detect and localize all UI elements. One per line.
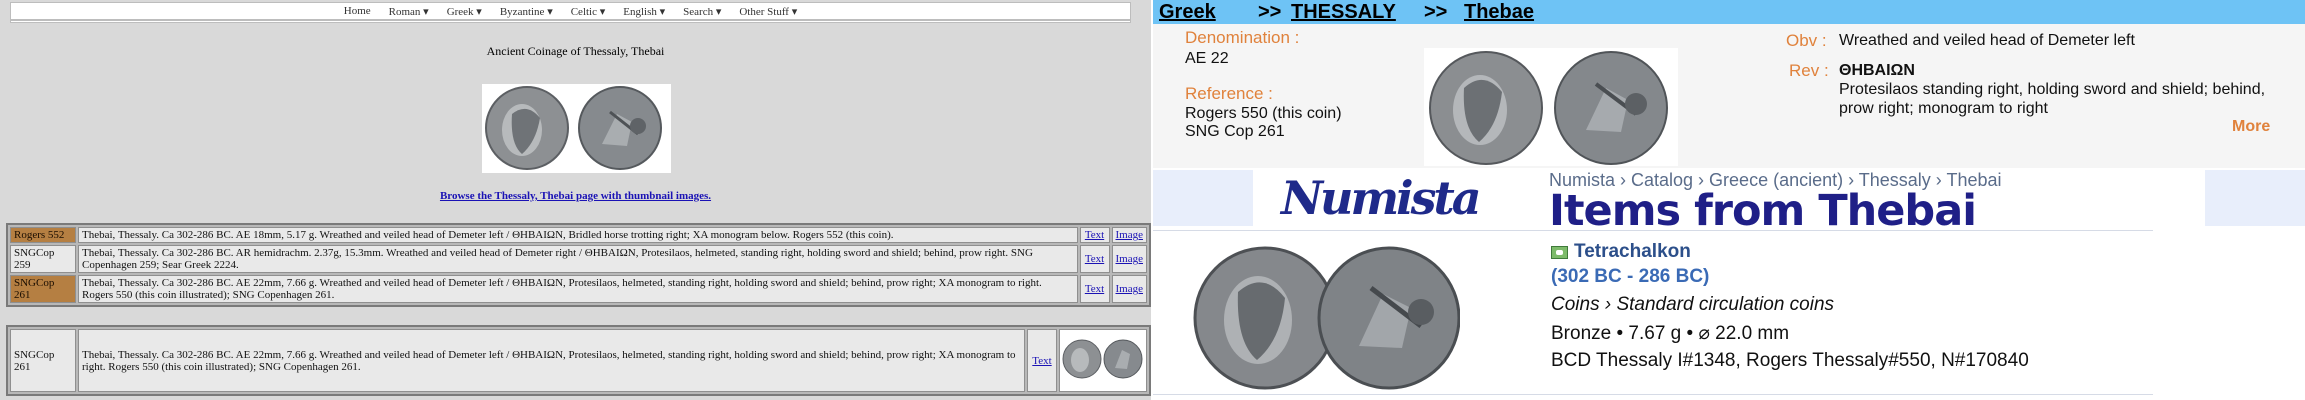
nav-celtic[interactable]: Celtic ▾ xyxy=(571,5,606,18)
divider xyxy=(1153,230,2153,231)
breadcrumb: Greek >> THESSALY >> Thebae xyxy=(1153,0,2305,24)
top-nav-bar: Home Roman ▾ Greek ▾ Byzantine ▾ Celtic … xyxy=(10,2,1131,20)
text-link[interactable]: Text xyxy=(1079,275,1110,303)
nav-search[interactable]: Search ▾ xyxy=(683,5,721,18)
ref-cell: Rogers 552 xyxy=(10,227,76,243)
item-name-row[interactable]: Tetrachalkon xyxy=(1551,238,2029,266)
obverse-value: Wreathed and veiled head of Demeter left xyxy=(1839,32,2135,49)
divider xyxy=(1153,394,2153,395)
nav-greek[interactable]: Greek ▾ xyxy=(447,5,482,18)
more-button[interactable]: More xyxy=(2232,118,2270,136)
nav-byzantine[interactable]: Byzantine ▾ xyxy=(500,5,553,18)
item-dates: (302 BC - 286 BC) xyxy=(1551,266,1710,287)
ref-cell: SNGCop 259 xyxy=(10,245,76,273)
text-link[interactable]: Text xyxy=(1079,227,1110,243)
nav-sub-bar xyxy=(10,20,1131,23)
coin-type-icon xyxy=(1551,245,1568,259)
coin-photo-icon xyxy=(1424,48,1678,166)
reference-line: Rogers 550 (this coin) xyxy=(1185,105,1342,122)
coin-detail-box: Greek >> THESSALY >> Thebae Denomination… xyxy=(1153,0,2305,168)
nav-other-stuff[interactable]: Other Stuff ▾ xyxy=(739,5,797,18)
coin-thumbnail-icon xyxy=(1062,339,1143,379)
coin-detail-table: SNGCop 261 Thebai, Thessaly. Ca 302-286 … xyxy=(6,325,1151,396)
reference-line: SNG Cop 261 xyxy=(1185,123,1285,140)
desc-cell: Thebai, Thessaly. Ca 302-286 BC. AE 18mm… xyxy=(78,227,1078,243)
coin-thumbnail[interactable] xyxy=(1059,329,1147,392)
obverse-label: Obv : xyxy=(1786,31,1827,50)
item-coin-image[interactable] xyxy=(1193,242,1461,392)
image-link[interactable]: Image xyxy=(1111,245,1147,273)
image-link[interactable]: Image xyxy=(1111,275,1147,303)
reverse-line: prow right; monogram to right xyxy=(1839,100,2048,117)
table-row: Rogers 552 Thebai, Thessaly. Ca 302-286 … xyxy=(10,227,1147,243)
text-link[interactable]: Text xyxy=(1027,329,1057,392)
nav-home[interactable]: Home xyxy=(344,5,371,17)
reference-label: Reference : xyxy=(1185,84,1273,103)
desc-cell: Thebai, Thessaly. Ca 302-286 BC. AE 22mm… xyxy=(78,329,1025,392)
item-name[interactable]: Tetrachalkon xyxy=(1574,241,1691,263)
crumb-thessaly[interactable]: THESSALY xyxy=(1291,0,1396,24)
numista-header: Numista Numista › Catalog › Greece (anci… xyxy=(1153,170,2305,236)
crumb-separator: >> xyxy=(1424,1,1448,23)
table-row: SNGCop 261 Thebai, Thessaly. Ca 302-286 … xyxy=(10,329,1147,392)
item-specs: Bronze • 7.67 g • ⌀ 22.0 mm xyxy=(1551,323,1790,344)
item-info: Tetrachalkon (302 BC - 286 BC) Coins › S… xyxy=(1551,238,2029,378)
desc-cell: Thebai, Thessaly. Ca 302-286 BC. AE 22mm… xyxy=(78,275,1078,303)
numista-logo[interactable]: Numista xyxy=(1281,170,1482,226)
crumb-thebae[interactable]: Thebae xyxy=(1464,0,1534,24)
left-browser-panel: Home Roman ▾ Greek ▾ Byzantine ▾ Celtic … xyxy=(0,0,1151,400)
denomination-label: Denomination : xyxy=(1185,28,1300,47)
coin-list-table: Rogers 552 Thebai, Thessaly. Ca 302-286 … xyxy=(6,223,1151,307)
ref-cell: SNGCop 261 xyxy=(10,329,76,392)
ref-cell: SNGCop 261 xyxy=(10,275,76,303)
reverse-legend: ΘΗΒΑΙΩΝ xyxy=(1839,62,1915,79)
crumb-separator: >> xyxy=(1258,1,1282,23)
crumb-greek[interactable]: Greek xyxy=(1159,0,1216,24)
reverse-label: Rev : xyxy=(1789,61,1829,80)
table-row: SNGCop 261 Thebai, Thessaly. Ca 302-286 … xyxy=(10,275,1147,303)
reverse-line: Protesilaos standing right, holding swor… xyxy=(1839,81,2266,98)
text-link[interactable]: Text xyxy=(1079,245,1110,273)
right-browser-panel: Greek >> THESSALY >> Thebae Denomination… xyxy=(1153,0,2305,400)
coin-image xyxy=(482,84,671,173)
coin-image xyxy=(1424,48,1678,166)
browse-thumbnails-link[interactable]: Browse the Thessaly, Thebai page with th… xyxy=(0,190,1151,202)
coin-photo-icon xyxy=(482,84,671,173)
nav-roman[interactable]: Roman ▾ xyxy=(389,5,429,18)
nav-english[interactable]: English ▾ xyxy=(623,5,665,18)
denomination-value: AE 22 xyxy=(1185,50,1229,67)
page-title: Ancient Coinage of Thessaly, Thebai xyxy=(486,44,665,58)
desc-cell: Thebai, Thessaly. Ca 302-286 BC. AR hemi… xyxy=(78,245,1078,273)
item-references: BCD Thessaly I#1348, Rogers Thessaly#550… xyxy=(1551,350,2029,371)
catalog-item[interactable]: Tetrachalkon (302 BC - 286 BC) Coins › S… xyxy=(1153,230,2305,400)
image-link[interactable]: Image xyxy=(1111,227,1147,243)
item-category: Coins › Standard circulation coins xyxy=(1551,294,1835,315)
coin-photo-icon xyxy=(1193,246,1461,390)
table-row: SNGCop 259 Thebai, Thessaly. Ca 302-286 … xyxy=(10,245,1147,273)
numista-page-title: Items from Thebai xyxy=(1549,186,1977,236)
